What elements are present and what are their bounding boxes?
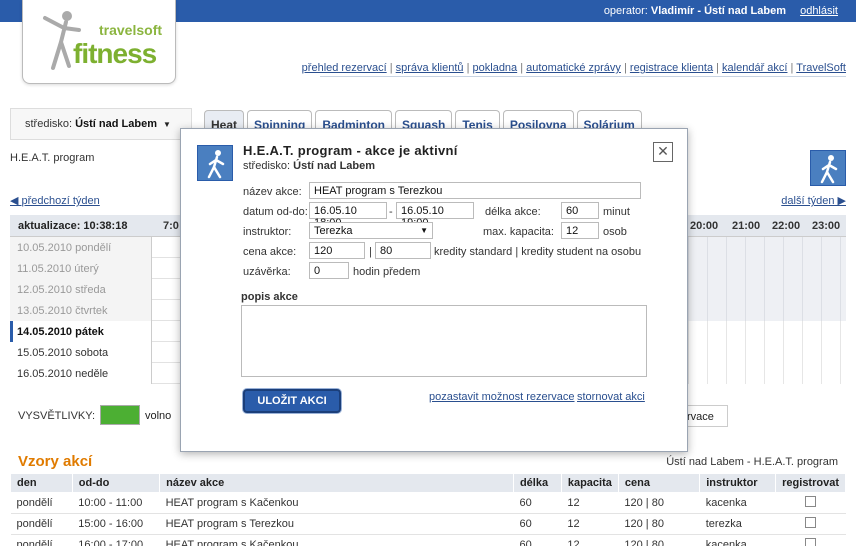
- day-label[interactable]: 15.05.2010 sobota: [10, 342, 152, 363]
- date-label: datum od-do:: [243, 206, 308, 218]
- templates-subtitle: Ústí nad Labem - H.E.A.T. program: [666, 456, 838, 468]
- logout-link[interactable]: odhlásit: [800, 5, 838, 17]
- prev-week-link[interactable]: ◀ předchozí týden: [10, 194, 100, 207]
- walking-person-icon[interactable]: [810, 150, 846, 186]
- menu-item-registrace[interactable]: registrace klienta: [630, 62, 713, 74]
- capacity-input[interactable]: 12: [561, 222, 599, 239]
- price-separator: |: [369, 246, 372, 258]
- date-dash: -: [389, 206, 393, 218]
- day-label[interactable]: 14.05.2010 pátek: [10, 321, 152, 342]
- deadline-unit: hodin předem: [353, 266, 421, 278]
- hour-label: 20:00: [690, 220, 719, 232]
- description-label: popis akce: [241, 291, 298, 303]
- close-icon[interactable]: ✕: [653, 142, 673, 162]
- menu-item-zpravy[interactable]: automatické zprávy: [526, 62, 621, 74]
- save-button[interactable]: ULOŽIT AKCI: [243, 389, 341, 413]
- operator-info: operator: Vladimír - Ústí nad Labem: [603, 5, 786, 17]
- instructor-label: instruktor:: [243, 226, 292, 238]
- main-menu: přehled rezervací | správa klientů | pok…: [301, 62, 846, 74]
- table-header: den od-do název akce délka kapacita cena…: [10, 473, 846, 493]
- register-checkbox[interactable]: [805, 538, 817, 546]
- time-cells[interactable]: [670, 300, 846, 321]
- date-to-input[interactable]: 16.05.10 19:00: [396, 202, 474, 229]
- price-standard-input[interactable]: 120: [309, 242, 365, 259]
- legend-free-label: volno: [145, 410, 172, 422]
- day-label[interactable]: 12.05.2010 středa: [10, 279, 152, 300]
- time-cells[interactable]: [670, 237, 846, 258]
- day-label[interactable]: 10.05.2010 pondělí: [10, 237, 152, 258]
- hour-label: 22:00: [772, 220, 801, 232]
- time-cells[interactable]: [670, 279, 846, 300]
- menu-item-prehled[interactable]: přehled rezervací: [302, 62, 387, 74]
- logo-fitness: fitness: [73, 38, 157, 69]
- menu-divider: [320, 76, 846, 77]
- menu-item-kalendar[interactable]: kalendář akcí: [722, 62, 787, 74]
- logo: travelsoft fitness: [22, 0, 176, 84]
- dialog-title: H.E.A.T. program - akce je aktivní: [243, 143, 458, 158]
- time-cells[interactable]: [670, 321, 846, 342]
- cancel-event-link[interactable]: stornovat akci: [577, 391, 645, 403]
- description-textarea[interactable]: [241, 305, 647, 377]
- length-label: délka akce:: [485, 206, 541, 218]
- time-cells[interactable]: [670, 258, 846, 279]
- price-student-input[interactable]: 80: [375, 242, 431, 259]
- walking-person-icon: [197, 145, 233, 181]
- table-row: pondělí 15:00 - 16:00 HEAT program s Terez…: [10, 513, 846, 535]
- day-label[interactable]: 13.05.2010 čtvrtek: [10, 300, 152, 321]
- table-row: pondělí 16:00 - 17:00 HEAT program s Kačen…: [10, 534, 846, 546]
- day-label[interactable]: 16.05.2010 neděle: [10, 363, 152, 384]
- pause-reservation-link[interactable]: pozastavit možnost rezervace: [429, 391, 575, 403]
- event-dialog: H.E.A.T. program - akce je aktivní střed…: [180, 128, 688, 452]
- deadline-input[interactable]: 0: [309, 262, 349, 279]
- hour-label: 7:0: [163, 220, 179, 232]
- logo-travelsoft: travelsoft: [99, 22, 163, 38]
- templates-title: Vzory akcí: [18, 453, 93, 470]
- day-label[interactable]: 11.05.2010 úterý: [10, 258, 152, 279]
- center-select[interactable]: středisko: Ústí nad Labem ▼: [10, 108, 192, 140]
- legend-title: VYSVĚTLIVKY:: [18, 410, 96, 422]
- capacity-unit: osob: [603, 226, 627, 238]
- legend-free-swatch: [100, 405, 140, 425]
- price-label: cena akce:: [243, 246, 297, 258]
- hour-label: 23:00: [812, 220, 841, 232]
- instructor-select[interactable]: Terezka ▼: [309, 222, 433, 239]
- chevron-down-icon: ▼: [420, 226, 428, 235]
- length-unit: minut: [603, 206, 630, 218]
- table-row: pondělí 10:00 - 11:00 HEAT program s Kačen…: [10, 492, 846, 514]
- menu-item-travelsoft[interactable]: TravelSoft: [796, 62, 846, 74]
- length-input[interactable]: 60: [561, 202, 599, 219]
- register-checkbox[interactable]: [805, 496, 817, 507]
- time-cells[interactable]: [670, 363, 846, 384]
- name-input[interactable]: HEAT program s Terezkou: [309, 182, 641, 199]
- chevron-down-icon: ▼: [162, 120, 171, 129]
- dialog-subtitle: středisko: Ústí nad Labem: [243, 160, 376, 172]
- templates-table: den od-do název akce délka kapacita cena…: [10, 473, 846, 546]
- register-checkbox[interactable]: [805, 517, 817, 528]
- menu-item-klienti[interactable]: správa klientů: [396, 62, 464, 74]
- time-cells[interactable]: [670, 342, 846, 363]
- program-title: H.E.A.T. program: [10, 152, 95, 164]
- price-note: kredity standard | kredity student na os…: [434, 246, 642, 258]
- capacity-label: max. kapacita:: [483, 226, 554, 238]
- hour-label: 21:00: [732, 220, 761, 232]
- next-week-link[interactable]: další týden ▶: [781, 194, 846, 207]
- date-from-input[interactable]: 16.05.10 18:00: [309, 202, 387, 229]
- name-label: název akce:: [243, 186, 302, 198]
- deadline-label: uzávěrka:: [243, 266, 291, 278]
- legend-reservation-label: rvace: [682, 405, 728, 427]
- update-time: aktualizace: 10:38:18: [18, 220, 128, 232]
- menu-item-pokladna[interactable]: pokladna: [473, 62, 518, 74]
